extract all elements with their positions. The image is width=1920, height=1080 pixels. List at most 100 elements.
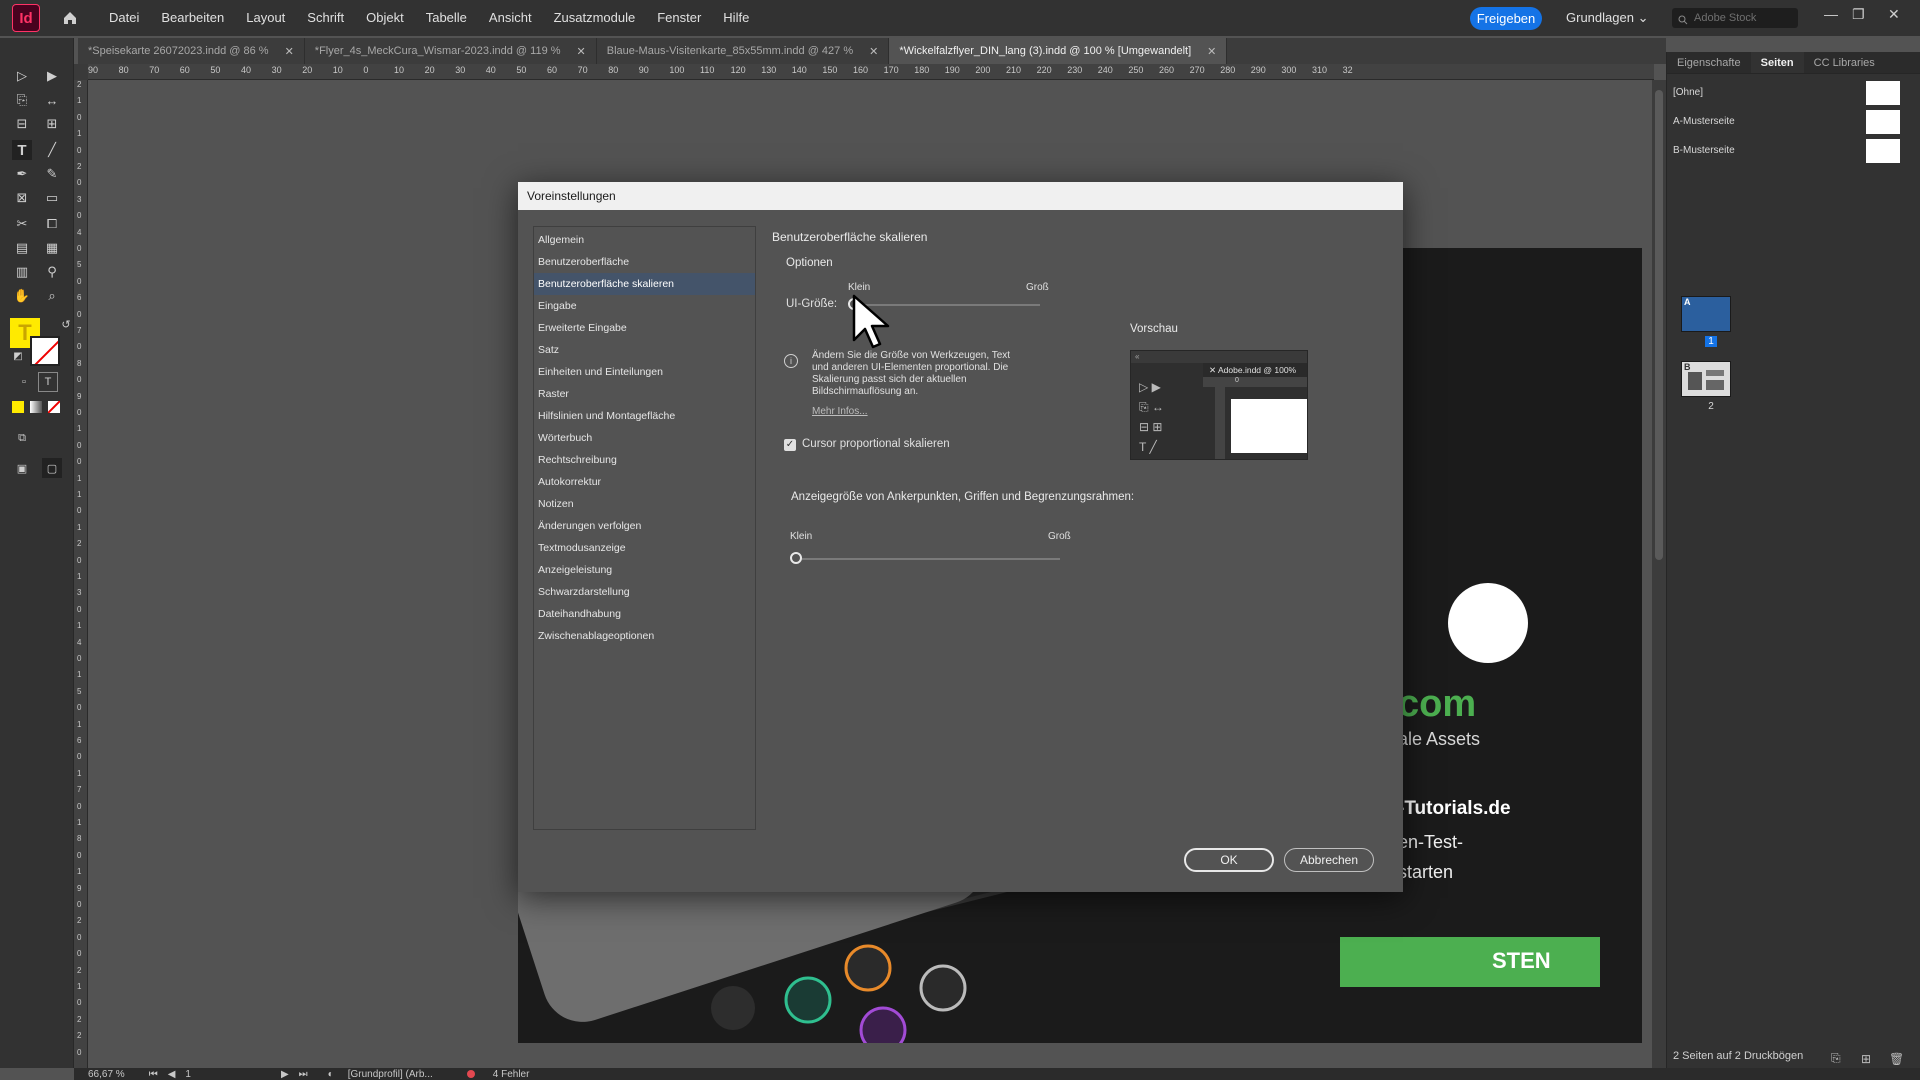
menu-zusatzmodule[interactable]: Zusatzmodule: [543, 0, 647, 36]
selection-tool-icon[interactable]: ▷: [12, 66, 32, 86]
preferences-category-item[interactable]: Benutzeroberfläche: [534, 251, 755, 273]
preferences-category-item[interactable]: Satz: [534, 339, 755, 361]
document-tab[interactable]: *Wickelfalzflyer_DIN_lang (3).indd @ 100…: [889, 38, 1228, 64]
preferences-category-item[interactable]: Rechtschreibung: [534, 449, 755, 471]
close-icon[interactable]: ✕: [1888, 6, 1900, 23]
default-colors-icon[interactable]: ◩: [8, 346, 28, 366]
workspace-switcher[interactable]: Grundlagen ⌄: [1566, 10, 1648, 26]
prev-page-icon[interactable]: ◀: [168, 1069, 176, 1080]
pencil-tool-icon[interactable]: ✎: [42, 164, 62, 184]
preferences-category-item[interactable]: Eingabe: [534, 295, 755, 317]
stroke-swatch[interactable]: [30, 336, 60, 366]
menu-hilfe[interactable]: Hilfe: [712, 0, 760, 36]
master-page-row[interactable]: [Ohne]: [1667, 78, 1920, 107]
preferences-category-item[interactable]: Hilfslinien und Montagefläche: [534, 405, 755, 427]
content-placer-icon[interactable]: ⊞: [42, 114, 62, 134]
scroll-thumb[interactable]: [1655, 90, 1663, 560]
restore-icon[interactable]: ❐: [1852, 6, 1865, 23]
close-tab-icon[interactable]: ✕: [577, 45, 586, 58]
zoom-level[interactable]: 66,67 %: [88, 1069, 125, 1080]
formatting-text-icon[interactable]: T: [38, 372, 58, 392]
page-thumbnail-1[interactable]: A: [1681, 296, 1731, 332]
panel-tab[interactable]: CC Libraries: [1804, 52, 1885, 73]
direct-selection-tool-icon[interactable]: ▶: [42, 66, 62, 86]
edit-page-size-icon[interactable]: ⎘: [1831, 1051, 1841, 1066]
rectangle-tool-icon[interactable]: ▭: [42, 188, 62, 208]
preferences-category-item[interactable]: Schwarzdarstellung: [534, 581, 755, 603]
free-transform-tool-icon[interactable]: ⧠: [42, 214, 62, 234]
document-tab[interactable]: Blaue-Maus-Visitenkarte_85x55mm.indd @ 4…: [597, 38, 890, 64]
apply-none-icon[interactable]: [48, 401, 60, 413]
last-page-icon[interactable]: ⏭: [299, 1069, 308, 1080]
anchor-size-slider-knob[interactable]: [790, 552, 802, 564]
stock-search-input[interactable]: Adobe Stock: [1672, 8, 1798, 28]
panel-tab[interactable]: Seiten: [1750, 52, 1804, 73]
apply-gradient-icon[interactable]: [30, 401, 42, 413]
gradient-feather-tool-icon[interactable]: ▦: [42, 238, 62, 258]
page-field[interactable]: 1: [185, 1069, 191, 1080]
close-tab-icon[interactable]: ✕: [869, 45, 878, 58]
pen-tool-icon[interactable]: ✒: [12, 164, 32, 184]
preflight-icon[interactable]: ◐: [328, 1069, 334, 1080]
preferences-category-item[interactable]: Einheiten und Einteilungen: [534, 361, 755, 383]
new-page-icon[interactable]: ⊞: [1861, 1052, 1871, 1066]
preferences-category-item[interactable]: Erweiterte Eingabe: [534, 317, 755, 339]
preferences-category-item[interactable]: Raster: [534, 383, 755, 405]
vertical-scrollbar[interactable]: [1652, 80, 1666, 1068]
preferences-category-item[interactable]: Wörterbuch: [534, 427, 755, 449]
formatting-container-icon[interactable]: ▫: [14, 372, 34, 392]
master-page-row[interactable]: B-Musterseite: [1667, 136, 1920, 165]
content-collector-icon[interactable]: ⊟: [12, 114, 32, 134]
menu-datei[interactable]: Datei: [98, 0, 150, 36]
more-info-link[interactable]: Mehr Infos...: [812, 406, 868, 417]
vertical-ruler[interactable]: 2 1 0 1 0 2 0 3 0 4 0 5 0 6 0 7 0 8 0 9 0 1 0 0 1 1 0 1 2 0 1 3 0 1 4 0 1 5 0 1…: [74, 80, 88, 1068]
menu-fenster[interactable]: Fenster: [646, 0, 712, 36]
menu-objekt[interactable]: Objekt: [355, 0, 415, 36]
menu-tabelle[interactable]: Tabelle: [415, 0, 478, 36]
home-icon[interactable]: [60, 8, 80, 28]
preferences-category-item[interactable]: Notizen: [534, 493, 755, 515]
cancel-button[interactable]: Abbrechen: [1284, 848, 1374, 872]
master-page-row[interactable]: A-Musterseite: [1667, 107, 1920, 136]
menu-bearbeiten[interactable]: Bearbeiten: [150, 0, 235, 36]
document-tab[interactable]: *Flyer_4s_MeckCura_Wismar-2023.indd @ 11…: [305, 38, 597, 64]
master-page-thumbnail[interactable]: [1866, 138, 1900, 163]
page-tool-icon[interactable]: ⎘: [12, 90, 32, 110]
line-tool-icon[interactable]: ╱: [42, 140, 62, 160]
preferences-category-item[interactable]: Zwischenablageoptionen: [534, 625, 755, 647]
gradient-tool-icon[interactable]: ▤: [12, 238, 32, 258]
master-page-thumbnail[interactable]: [1866, 109, 1900, 134]
panel-tab[interactable]: Eigenschafte: [1667, 52, 1751, 73]
note-tool-icon[interactable]: ▥: [12, 262, 32, 282]
screen-mode-icon[interactable]: ▢: [42, 458, 62, 478]
normal-mode-icon[interactable]: ▣: [12, 458, 32, 478]
scissors-tool-icon[interactable]: ✂: [12, 214, 32, 234]
menu-layout[interactable]: Layout: [235, 0, 296, 36]
zoom-tool-icon[interactable]: ⌕: [42, 286, 62, 306]
next-page-icon[interactable]: ▶: [281, 1069, 289, 1080]
rectangle-frame-tool-icon[interactable]: ⊠: [12, 188, 32, 208]
close-tab-icon[interactable]: ✕: [1207, 45, 1216, 58]
preferences-category-item[interactable]: Änderungen verfolgen: [534, 515, 755, 537]
close-tab-icon[interactable]: ✕: [285, 45, 294, 58]
cursor-scale-checkbox[interactable]: ✓: [784, 439, 796, 451]
menu-ansicht[interactable]: Ansicht: [478, 0, 543, 36]
menu-schrift[interactable]: Schrift: [296, 0, 355, 36]
ruler-origin[interactable]: [74, 64, 88, 80]
anchor-size-slider-track[interactable]: [796, 558, 1060, 560]
gap-tool-icon[interactable]: ↔: [42, 90, 62, 110]
preferences-category-item[interactable]: Textmodusanzeige: [534, 537, 755, 559]
preferences-category-item[interactable]: Autokorrektur: [534, 471, 755, 493]
share-button[interactable]: Freigeben: [1470, 7, 1542, 30]
first-page-icon[interactable]: ⏮: [149, 1069, 158, 1080]
preferences-category-item[interactable]: Dateihandhabung: [534, 603, 755, 625]
preflight-profile[interactable]: [Grundprofil] (Arb...: [348, 1069, 433, 1080]
delete-page-icon[interactable]: 🗑: [1889, 1052, 1904, 1066]
type-tool-icon[interactable]: T: [12, 140, 32, 160]
preferences-category-item[interactable]: Anzeigeleistung: [534, 559, 755, 581]
document-tab[interactable]: *Speisekarte 26072023.indd @ 86 % ✕: [78, 38, 305, 64]
ok-button[interactable]: OK: [1184, 848, 1274, 872]
apply-color-icon[interactable]: [12, 401, 24, 413]
master-page-thumbnail[interactable]: [1866, 80, 1900, 105]
eyedropper-tool-icon[interactable]: ⚲: [42, 262, 62, 282]
